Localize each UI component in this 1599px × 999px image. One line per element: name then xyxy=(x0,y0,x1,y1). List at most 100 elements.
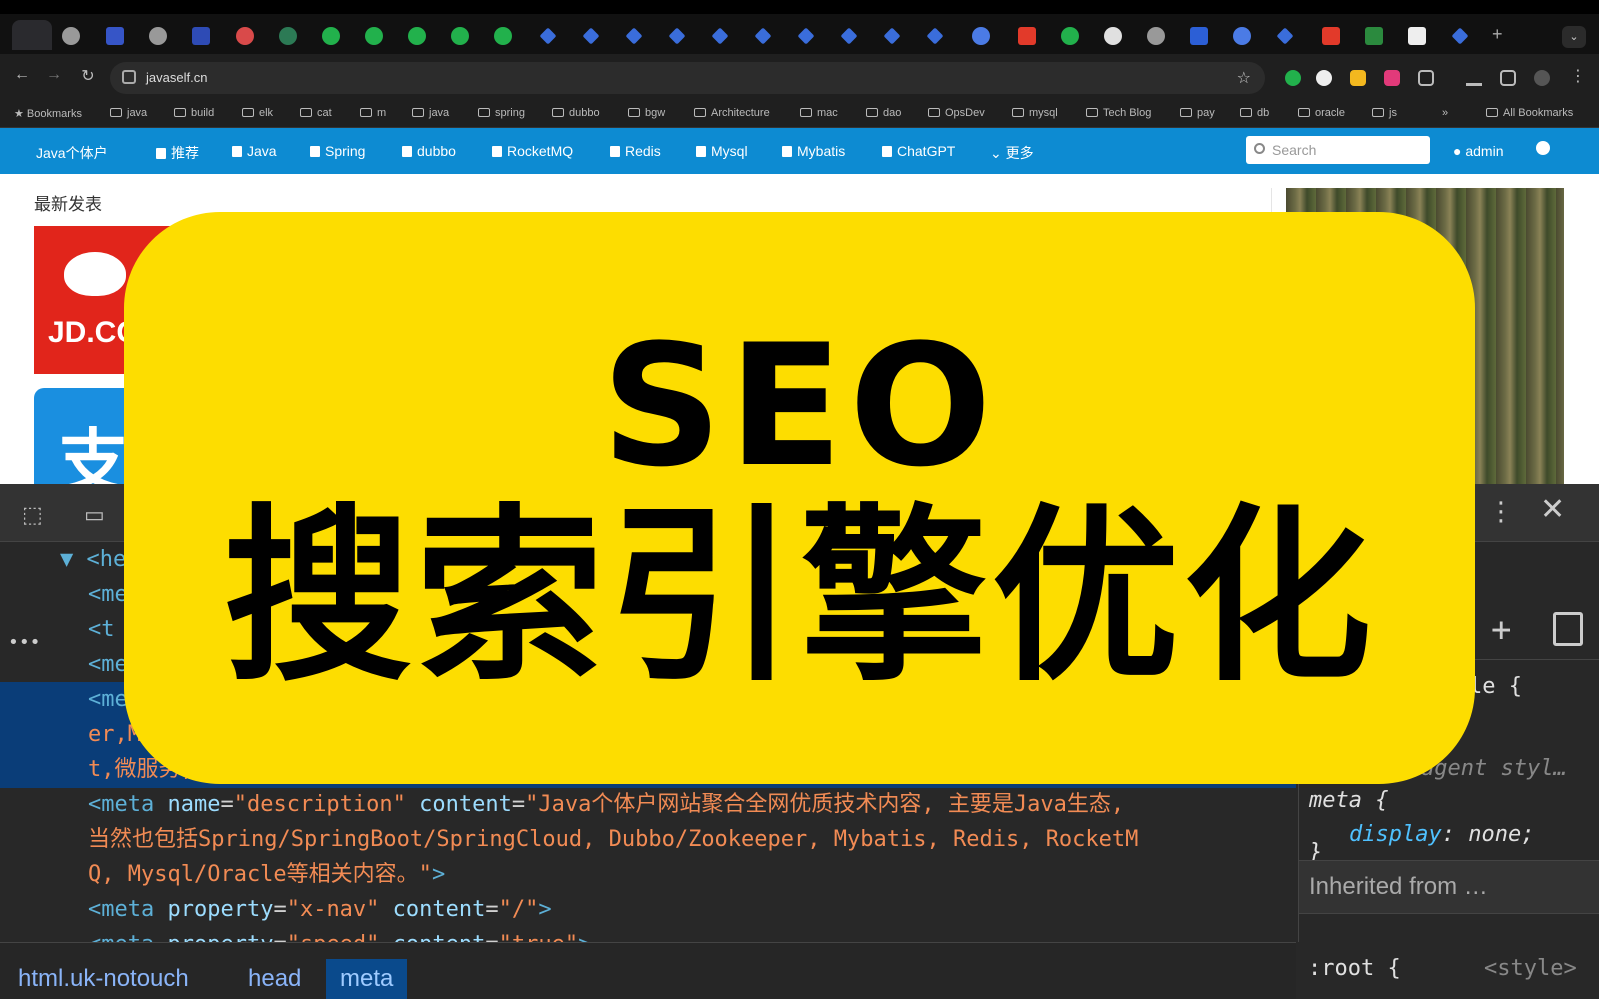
tab-favicon-icon[interactable] xyxy=(883,27,901,45)
bookmark-folder[interactable]: dao xyxy=(866,107,901,119)
puzzle-icon[interactable] xyxy=(1418,70,1434,86)
breadcrumb-item[interactable]: head xyxy=(234,959,315,999)
dom-node-line[interactable]: <meta name="description" content="Java个体… xyxy=(0,787,1296,823)
profile-icon[interactable] xyxy=(1534,70,1550,86)
tab-favicon-icon[interactable] xyxy=(926,27,944,45)
nav-item[interactable]: Mysql xyxy=(696,143,748,159)
tab-favicon-icon[interactable] xyxy=(668,27,686,45)
tab-favicon-icon[interactable] xyxy=(1322,27,1340,45)
bookmark-folder[interactable]: bgw xyxy=(628,107,665,119)
extension-icon[interactable] xyxy=(1285,70,1301,86)
site-brand[interactable]: Java个体户 xyxy=(36,143,108,163)
tab-favicon-icon[interactable] xyxy=(106,27,124,45)
selected-node-dots[interactable]: ••• xyxy=(8,632,41,653)
download-icon[interactable] xyxy=(1466,70,1482,86)
bookmark-folder[interactable]: elk xyxy=(242,107,273,119)
reload-icon[interactable]: ↻ xyxy=(78,66,98,86)
nav-item[interactable]: Redis xyxy=(610,143,661,159)
bookmark-folder[interactable]: oracle xyxy=(1298,107,1345,119)
bookmark-folder[interactable]: m xyxy=(360,107,386,119)
tab-favicon-icon[interactable] xyxy=(754,27,772,45)
devtools-menu-icon[interactable]: ⋮ xyxy=(1488,496,1514,527)
computed-styles-icon[interactable] xyxy=(1553,612,1583,646)
nav-item[interactable]: ChatGPT xyxy=(882,143,955,159)
tab-favicon-icon[interactable] xyxy=(192,27,210,45)
bookmark-folder[interactable]: dubbo xyxy=(552,107,600,119)
tab-favicon-icon[interactable] xyxy=(279,27,297,45)
tab-favicon-icon[interactable] xyxy=(451,27,469,45)
bookmark-folder[interactable]: Tech Blog xyxy=(1086,107,1151,119)
nav-item[interactable]: Spring xyxy=(310,143,365,159)
tab-favicon-icon[interactable] xyxy=(1408,27,1426,45)
nav-item[interactable]: Mybatis xyxy=(782,143,845,159)
dom-node-line[interactable]: 当然也包括Spring/SpringBoot/SpringCloud, Dubb… xyxy=(0,822,1296,858)
extension-icon[interactable] xyxy=(1316,70,1332,86)
active-tab[interactable] xyxy=(12,20,52,50)
tab-favicon-icon[interactable] xyxy=(1104,27,1122,45)
address-bar[interactable]: javaself.cn ☆ xyxy=(110,62,1265,94)
forward-icon[interactable]: → xyxy=(44,66,64,84)
style-source-link[interactable]: <style> xyxy=(1484,956,1577,981)
tab-favicon-icon[interactable] xyxy=(1233,27,1251,45)
inspect-element-icon[interactable]: ⬚ xyxy=(22,502,43,528)
tab-favicon-icon[interactable] xyxy=(1061,27,1079,45)
bookmark-folder[interactable]: java xyxy=(412,107,449,119)
dom-node-line[interactable]: <meta property="speed" content="true"> xyxy=(0,927,1296,942)
extension-icon[interactable] xyxy=(1384,70,1400,86)
tab-favicon-icon[interactable] xyxy=(236,27,254,45)
tab-favicon-icon[interactable] xyxy=(539,27,557,45)
bookmark-folder[interactable]: spring xyxy=(478,107,525,119)
tab-favicon-icon[interactable] xyxy=(797,27,815,45)
nav-item[interactable]: dubbo xyxy=(402,143,456,159)
tab-favicon-icon[interactable] xyxy=(322,27,340,45)
new-tab-button[interactable]: + xyxy=(1492,24,1503,45)
bookmark-folder[interactable]: Architecture xyxy=(694,107,770,119)
bookmark-folder[interactable]: cat xyxy=(300,107,332,119)
sidebar-icon[interactable] xyxy=(1500,70,1516,86)
tab-favicon-icon[interactable] xyxy=(625,27,643,45)
more-icon[interactable]: ⋮ xyxy=(1568,66,1588,86)
tab-favicon-icon[interactable] xyxy=(1451,27,1469,45)
user-menu[interactable]: ● admin xyxy=(1453,143,1504,159)
dom-node-line[interactable]: <meta property="x-nav" content="/"> xyxy=(0,892,1296,928)
bookmark-folder[interactable]: js xyxy=(1372,107,1397,119)
nav-item[interactable]: 推荐 xyxy=(156,143,199,163)
close-icon[interactable]: ✕ xyxy=(1540,492,1565,527)
site-search-input[interactable]: Search xyxy=(1246,136,1430,164)
breadcrumb-item[interactable]: html.uk-notouch xyxy=(4,959,203,999)
device-toolbar-icon[interactable]: ▭ xyxy=(84,502,105,528)
globe-icon[interactable] xyxy=(1536,141,1550,155)
style-declaration[interactable]: display: none; xyxy=(1349,822,1534,847)
bookmarks-overflow-button[interactable]: » xyxy=(1442,107,1448,119)
tab-search-button[interactable]: ⌄ xyxy=(1562,26,1586,48)
tab-favicon-icon[interactable] xyxy=(408,27,426,45)
tab-favicon-icon[interactable] xyxy=(840,27,858,45)
all-bookmarks-button[interactable]: All Bookmarks xyxy=(1486,107,1573,119)
bookmark-folder[interactable]: java xyxy=(110,107,147,119)
site-info-icon[interactable] xyxy=(122,70,136,84)
bookmark-folder[interactable]: mysql xyxy=(1012,107,1058,119)
tab-favicon-icon[interactable] xyxy=(972,27,990,45)
nav-item[interactable]: Java xyxy=(232,143,277,159)
back-icon[interactable]: ← xyxy=(12,66,32,84)
tab-favicon-icon[interactable] xyxy=(1365,27,1383,45)
new-style-rule-icon[interactable]: + xyxy=(1491,610,1511,650)
tab-favicon-icon[interactable] xyxy=(494,27,512,45)
bookmark-folder[interactable]: db xyxy=(1240,107,1269,119)
breadcrumb-item-active[interactable]: meta xyxy=(326,959,408,999)
nav-more[interactable]: ⌄ 更多 xyxy=(990,143,1034,163)
tab-favicon-icon[interactable] xyxy=(62,27,80,45)
tab-favicon-icon[interactable] xyxy=(711,27,729,45)
tab-favicon-icon[interactable] xyxy=(582,27,600,45)
bookmark-folder[interactable]: pay xyxy=(1180,107,1215,119)
nav-item[interactable]: RocketMQ xyxy=(492,143,573,159)
tab-favicon-icon[interactable] xyxy=(1190,27,1208,45)
tab-favicon-icon[interactable] xyxy=(1147,27,1165,45)
tab-favicon-icon[interactable] xyxy=(1276,27,1294,45)
extension-icon[interactable] xyxy=(1350,70,1366,86)
bookmark-folder[interactable]: build xyxy=(174,107,214,119)
tab-favicon-icon[interactable] xyxy=(149,27,167,45)
tab-favicon-icon[interactable] xyxy=(1018,27,1036,45)
bookmark-folder[interactable]: OpsDev xyxy=(928,107,985,119)
tab-favicon-icon[interactable] xyxy=(365,27,383,45)
